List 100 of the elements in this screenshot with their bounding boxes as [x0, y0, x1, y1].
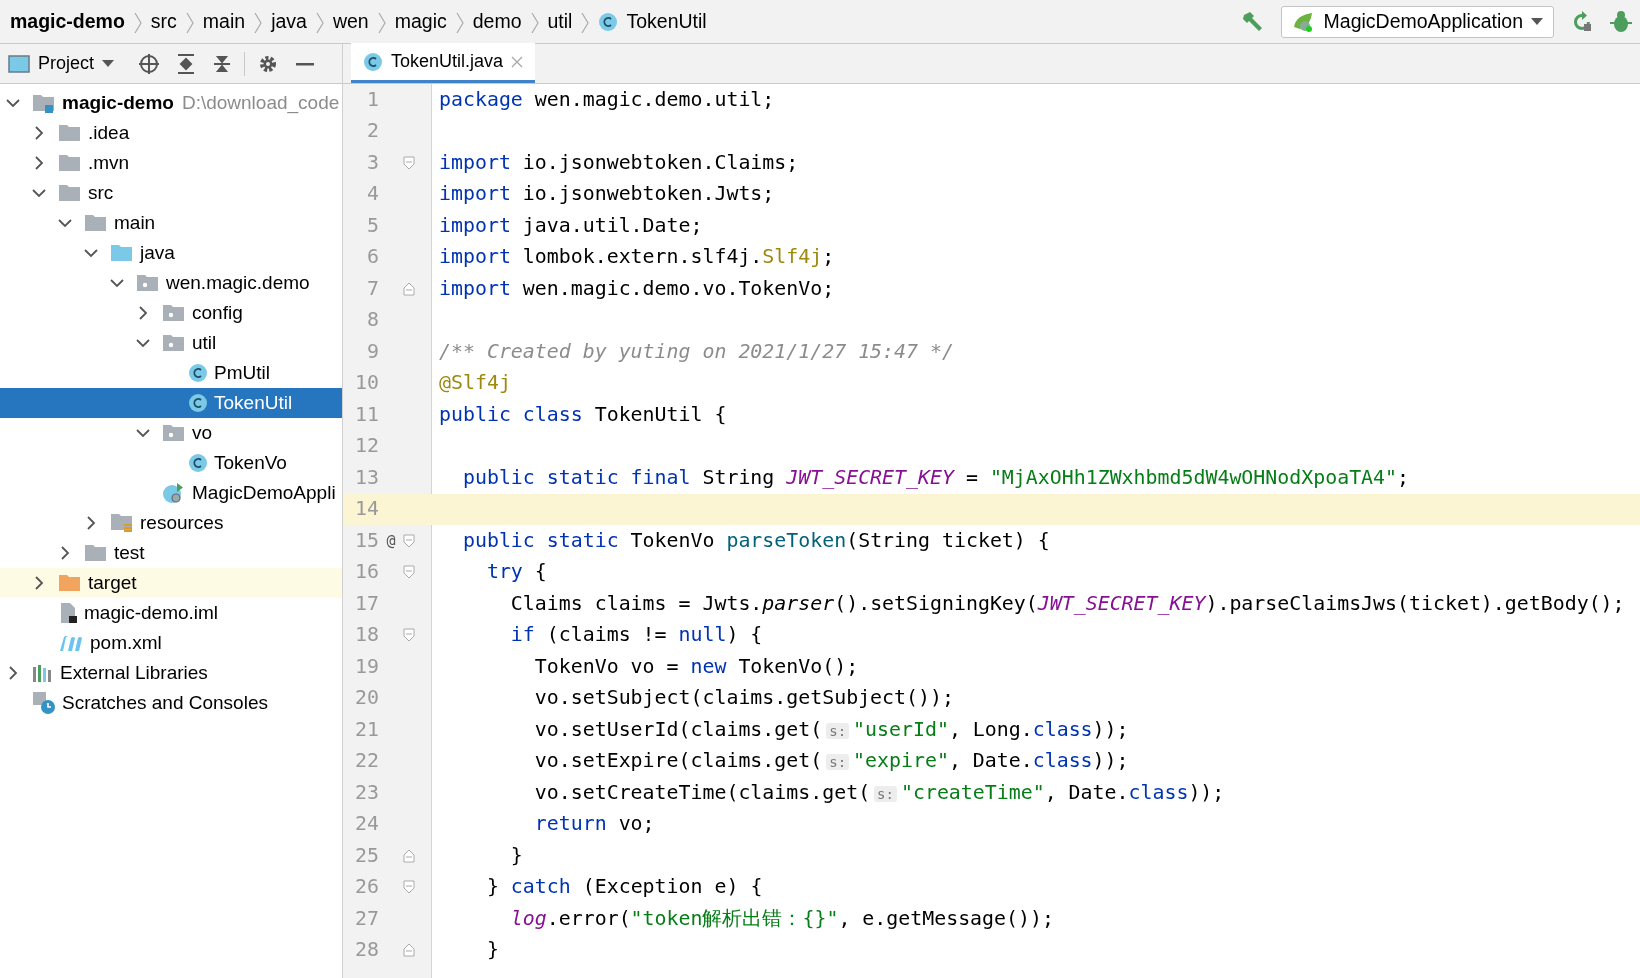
code-line: vo.setUserId(claims.get( s: "userId", Long.class)); — [533, 716, 1129, 743]
line-number: 21 — [354, 716, 379, 743]
tree-item[interactable]: src — [0, 178, 342, 208]
package-icon — [162, 423, 186, 443]
breadcrumb-separator-icon — [530, 11, 539, 34]
line-number: 24 — [354, 811, 379, 838]
line-number: 6 — [366, 244, 379, 271]
tree-item[interactable]: TokenUtil — [0, 388, 342, 418]
class-icon — [598, 11, 619, 32]
tree-item[interactable]: main — [0, 208, 342, 238]
tree-item[interactable]: MagicDemoAppli — [0, 478, 342, 508]
expand-chevron-icon[interactable] — [8, 666, 18, 680]
class-icon — [188, 453, 208, 473]
line-number: 13 — [354, 464, 379, 491]
line-number: 8 — [366, 307, 379, 334]
tree-item[interactable]: target — [0, 568, 342, 598]
collapse-chevron-icon[interactable] — [136, 428, 150, 438]
collapse-chevron-icon[interactable] — [6, 98, 20, 108]
tree-item[interactable]: TokenVo — [0, 448, 342, 478]
line-number: 10 — [354, 370, 379, 397]
code-line: vo.setCreateTime(claims.get( s: "createTime", Date.class)); — [533, 779, 1225, 806]
breadcrumb-item[interactable]: main — [202, 6, 246, 37]
package-icon — [136, 273, 160, 293]
collapse-chevron-icon[interactable] — [32, 188, 46, 198]
code-line: public static final String JWT_SECRET_KEY = "MjAxOHh1ZWxhbmd5dW4wOHNodXpoaTA4"; — [461, 464, 1410, 491]
expand-chevron-icon[interactable] — [86, 516, 96, 530]
tree-item[interactable]: PmUtil — [0, 358, 342, 388]
collapse-chevron-icon[interactable] — [110, 278, 124, 288]
code-line: public static TokenVo parseToken(String ticket) { — [461, 527, 1050, 554]
line-number: 4 — [366, 181, 379, 208]
tree-item[interactable]: magic-demo D:\download_code — [0, 88, 342, 118]
expand-chevron-icon[interactable] — [34, 126, 44, 140]
tree-item[interactable]: util — [0, 328, 342, 358]
line-number: 1 — [366, 86, 379, 113]
breadcrumb-item[interactable]: java — [271, 6, 307, 37]
expand-chevron-icon[interactable] — [34, 156, 44, 170]
folder-icon — [58, 153, 82, 173]
line-number: 14 — [354, 496, 379, 523]
collapse-chevron-icon[interactable] — [58, 218, 72, 228]
breadcrumb-item[interactable]: TokenUtil — [598, 6, 707, 37]
code-line: @Slf4j — [438, 370, 511, 397]
line-number: 12 — [354, 433, 379, 460]
code-line: } — [485, 937, 499, 964]
breadcrumb-item[interactable]: magic-demo — [10, 6, 125, 37]
tree-item[interactable]: java — [0, 238, 342, 268]
code-line: return vo; — [533, 811, 655, 838]
tree-item[interactable]: Scratches and Consoles — [0, 688, 342, 718]
hammer-icon[interactable] — [1240, 10, 1265, 33]
run-configuration-dropdown[interactable]: MagicDemoApplication — [1280, 5, 1554, 38]
breadcrumb-item[interactable]: magic — [394, 6, 447, 37]
code-line: vo.setExpire(claims.get( s: "expire", Date.class)); — [533, 748, 1129, 775]
libraries-icon — [32, 663, 54, 683]
code-line: } — [509, 842, 523, 869]
code-line: /** Created by yuting on 2021/1/27 15:47 */ — [438, 338, 954, 365]
override-marker[interactable]: @ — [386, 531, 396, 550]
breadcrumb-item[interactable]: wen — [332, 6, 369, 37]
expand-chevron-icon[interactable] — [34, 576, 44, 590]
breadcrumb-item[interactable]: src — [150, 6, 177, 37]
line-number: 15 — [354, 527, 379, 554]
tree-item[interactable]: pom.xml — [0, 628, 342, 658]
collapse-chevron-icon[interactable] — [136, 338, 150, 348]
expand-chevron-icon[interactable] — [60, 546, 70, 560]
line-number: 28 — [354, 937, 379, 964]
bug-icon[interactable] — [1610, 9, 1632, 34]
tree-item[interactable]: test — [0, 538, 342, 568]
code-line: if (claims != null) { — [509, 622, 763, 649]
folder-icon — [84, 213, 108, 233]
code-line: TokenVo vo = new TokenVo(); — [533, 653, 859, 680]
line-number: 2 — [366, 118, 379, 145]
folder-icon — [84, 543, 108, 563]
tree-item[interactable]: .mvn — [0, 148, 342, 178]
folder-icon — [110, 243, 134, 263]
tree-item[interactable]: config — [0, 298, 342, 328]
breadcrumb-item[interactable]: demo — [472, 6, 522, 37]
tree-item[interactable]: vo — [0, 418, 342, 448]
code-line: try { — [485, 559, 547, 586]
class-icon — [188, 363, 208, 383]
folder-icon — [58, 123, 82, 143]
maven-icon — [58, 633, 84, 653]
line-number: 16 — [354, 559, 379, 586]
code-line: package wen.magic.demo.util; — [438, 86, 775, 113]
window-icon — [8, 54, 30, 73]
line-number: 5 — [366, 212, 379, 239]
collapse-chevron-icon[interactable] — [84, 248, 98, 258]
breadcrumb-separator-icon — [455, 11, 464, 34]
tree-item[interactable]: wen.magic.demo — [0, 268, 342, 298]
line-number: 3 — [366, 149, 379, 176]
breadcrumb-item[interactable]: util — [547, 6, 573, 37]
tree-item[interactable]: resources — [0, 508, 342, 538]
breadcrumb-separator-icon — [185, 11, 194, 34]
code-line: import lombok.extern.slf4j.Slf4j; — [438, 244, 835, 271]
tree-item[interactable]: .idea — [0, 118, 342, 148]
editor-tab[interactable]: TokenUtil.java — [351, 43, 536, 83]
tree-item[interactable]: magic-demo.iml — [0, 598, 342, 628]
expand-chevron-icon[interactable] — [138, 306, 148, 320]
tree-item[interactable]: External Libraries — [0, 658, 342, 688]
line-number: 7 — [366, 275, 379, 302]
line-number: 26 — [354, 874, 379, 901]
code-line: import io.jsonwebtoken.Claims; — [438, 149, 799, 176]
line-number: 27 — [354, 905, 379, 932]
